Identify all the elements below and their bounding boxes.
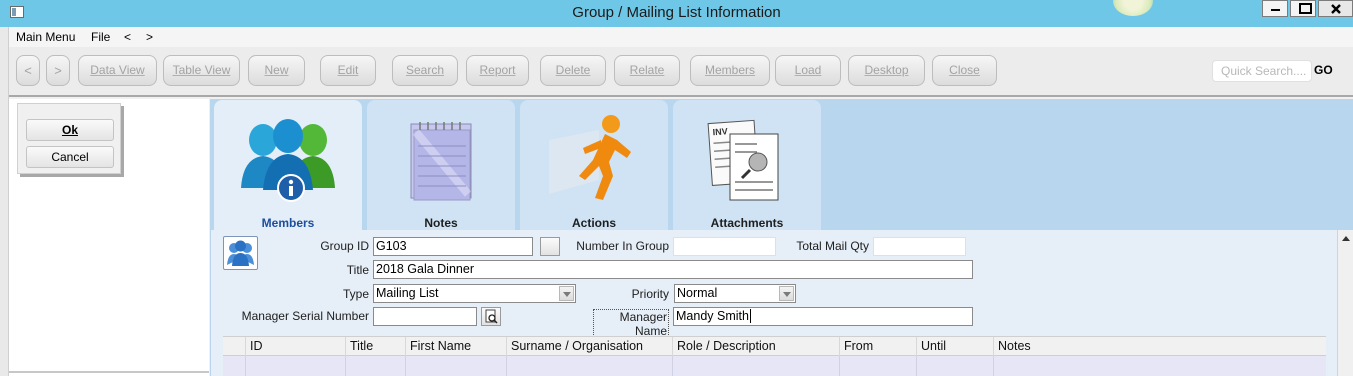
back-button[interactable]: < (16, 55, 40, 86)
members-grid-header: ID Title First Name Surname / Organisati… (223, 336, 1326, 356)
manager-lookup-button[interactable] (481, 307, 501, 326)
column-header[interactable]: Until (916, 337, 993, 356)
scroll-up-icon[interactable] (1339, 231, 1353, 247)
manager-name-value: Mandy Smith (676, 309, 749, 323)
grid-cell[interactable] (245, 356, 246, 376)
priority-value: Normal (677, 286, 718, 300)
data-view-button[interactable]: Data View (78, 55, 157, 86)
delete-button[interactable]: Delete (540, 55, 606, 86)
tab-notes[interactable]: Notes (367, 100, 515, 230)
title-bar: Group / Mailing List Information (0, 0, 1353, 27)
notepad-icon (410, 122, 472, 201)
group-id-lookup-button[interactable] (540, 237, 560, 256)
grid-cell[interactable] (345, 356, 346, 376)
group-id-label: Group ID (320, 239, 369, 253)
go-button[interactable]: GO (1314, 63, 1333, 77)
group-record-icon[interactable] (223, 236, 258, 270)
tab-actions-label: Actions (571, 216, 616, 230)
maximize-button[interactable] (1290, 0, 1316, 17)
lookup-icon (485, 309, 498, 324)
table-view-button[interactable]: Table View (163, 55, 240, 86)
grid-cell[interactable] (916, 356, 917, 376)
column-header[interactable]: First Name (405, 337, 506, 356)
dialog-buttons: Ok Cancel (17, 103, 121, 174)
menu-bar: Main Menu File < > (9, 27, 1353, 47)
grid-cell[interactable] (506, 356, 507, 376)
report-button[interactable]: Report (466, 55, 529, 86)
grid-cell[interactable] (672, 356, 673, 376)
cancel-button[interactable]: Cancel (26, 146, 114, 168)
menu-file[interactable]: File (91, 30, 110, 44)
new-button[interactable]: New (248, 55, 305, 86)
column-header[interactable]: Surname / Organisation (506, 337, 672, 356)
group-id-field[interactable]: G103 (373, 237, 533, 256)
number-in-group-field[interactable] (673, 237, 776, 256)
vertical-scrollbar[interactable] (1337, 230, 1353, 376)
text-cursor (749, 309, 751, 323)
grid-cell[interactable] (839, 356, 840, 376)
grid-cell[interactable] (405, 356, 406, 376)
menu-back[interactable]: < (124, 30, 131, 44)
divider (9, 371, 209, 373)
desktop-button[interactable]: Desktop (848, 55, 925, 86)
search-button[interactable]: Search (392, 55, 458, 86)
priority-select[interactable]: Normal (674, 284, 796, 303)
type-select[interactable]: Mailing List (373, 284, 576, 303)
priority-label: Priority (631, 287, 669, 301)
type-label: Type (342, 287, 369, 301)
close-icon (1331, 4, 1341, 14)
chevron-down-icon[interactable] (779, 286, 794, 301)
load-button[interactable]: Load (775, 55, 841, 86)
documents-icon: INV (707, 119, 779, 201)
column-header[interactable]: Role / Description (672, 337, 839, 356)
total-mail-qty-label: Total Mail Qty (796, 239, 869, 253)
table-row[interactable] (223, 356, 1326, 376)
main-area: Members Notes Actions INV Attachments Gr… (210, 99, 1353, 376)
people-icon (227, 240, 254, 266)
manager-name-field[interactable]: Mandy Smith (673, 307, 973, 326)
tab-members-label: Members (261, 216, 315, 230)
window-edge (0, 27, 9, 376)
close-window-button[interactable] (1318, 0, 1353, 17)
grid-cell[interactable] (993, 356, 994, 376)
manager-serial-label: Manager Serial Number (241, 309, 369, 323)
group-form: Group ID G103 Number In Group Total Mail… (211, 230, 1337, 376)
type-value: Mailing List (376, 286, 439, 300)
menu-forward[interactable]: > (146, 30, 153, 44)
menu-main-menu[interactable]: Main Menu (16, 30, 75, 44)
total-mail-qty-field[interactable] (873, 237, 966, 256)
title-label: Title (346, 263, 369, 277)
column-header[interactable]: ID (245, 337, 345, 356)
column-header[interactable]: Notes (993, 337, 1326, 356)
tab-attachments[interactable]: INV Attachments (673, 100, 821, 230)
members-icon (241, 119, 335, 202)
tab-notes-label: Notes (424, 216, 458, 230)
column-header[interactable]: From (839, 337, 916, 356)
grid-row-selector-header (223, 337, 245, 356)
manager-name-label: Manager Name (593, 309, 669, 339)
tab-members[interactable]: Members (214, 100, 362, 230)
quick-search-input[interactable]: Quick Search.... (1212, 60, 1312, 82)
svg-text:INV: INV (712, 126, 728, 137)
left-panel: Ok Cancel (9, 99, 209, 376)
number-in-group-label: Number In Group (576, 239, 669, 253)
edit-button[interactable]: Edit (320, 55, 376, 86)
members-button[interactable]: Members (690, 55, 770, 86)
ok-button[interactable]: Ok (26, 119, 114, 141)
running-man-icon (549, 115, 631, 200)
toolbar: < > Data View Table View New Edit Search… (9, 47, 1353, 97)
title-field[interactable]: 2018 Gala Dinner (373, 260, 973, 279)
close-button[interactable]: Close (932, 55, 997, 86)
tab-actions[interactable]: Actions (520, 100, 668, 230)
minimize-button[interactable] (1262, 0, 1288, 17)
tab-attachments-label: Attachments (710, 216, 784, 230)
manager-serial-field[interactable] (373, 307, 477, 326)
forward-button[interactable]: > (46, 55, 70, 86)
column-header[interactable]: Title (345, 337, 405, 356)
relate-button[interactable]: Relate (614, 55, 680, 86)
